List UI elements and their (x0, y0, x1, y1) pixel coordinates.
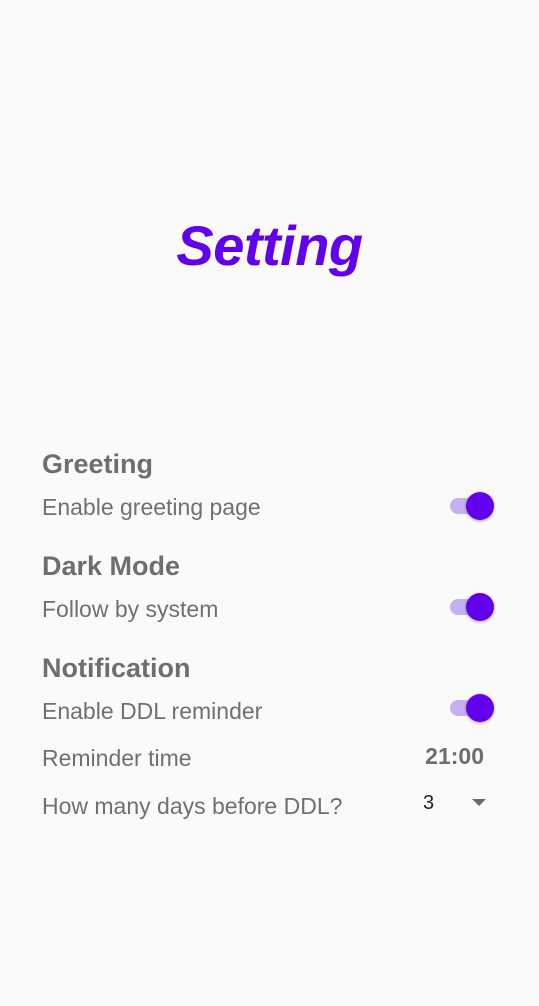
dropdown-arrow-icon (472, 799, 486, 806)
section-title-dark-mode: Dark Mode (42, 551, 181, 581)
switch-thumb (466, 593, 494, 621)
enable-greeting-label: Enable greeting page (42, 494, 261, 520)
follow-system-label: Follow by system (42, 596, 219, 622)
enable-ddl-reminder-switch[interactable] (448, 692, 496, 722)
enable-ddl-reminder-label: Enable DDL reminder (42, 698, 263, 724)
follow-system-switch[interactable] (448, 591, 496, 621)
section-title-notification: Notification (42, 653, 191, 683)
reminder-time-label: Reminder time (42, 745, 192, 771)
section-title-greeting: Greeting (42, 449, 154, 479)
days-before-ddl-dropdown[interactable]: 3 (410, 786, 496, 820)
switch-thumb (466, 694, 494, 722)
days-before-ddl-value: 3 (423, 792, 435, 814)
switch-thumb (466, 492, 494, 520)
enable-greeting-switch[interactable] (448, 490, 496, 520)
reminder-time-value[interactable]: 21:00 (425, 741, 484, 771)
days-before-ddl-label: How many days before DDL? (42, 793, 343, 819)
page-title: Setting (176, 214, 363, 277)
